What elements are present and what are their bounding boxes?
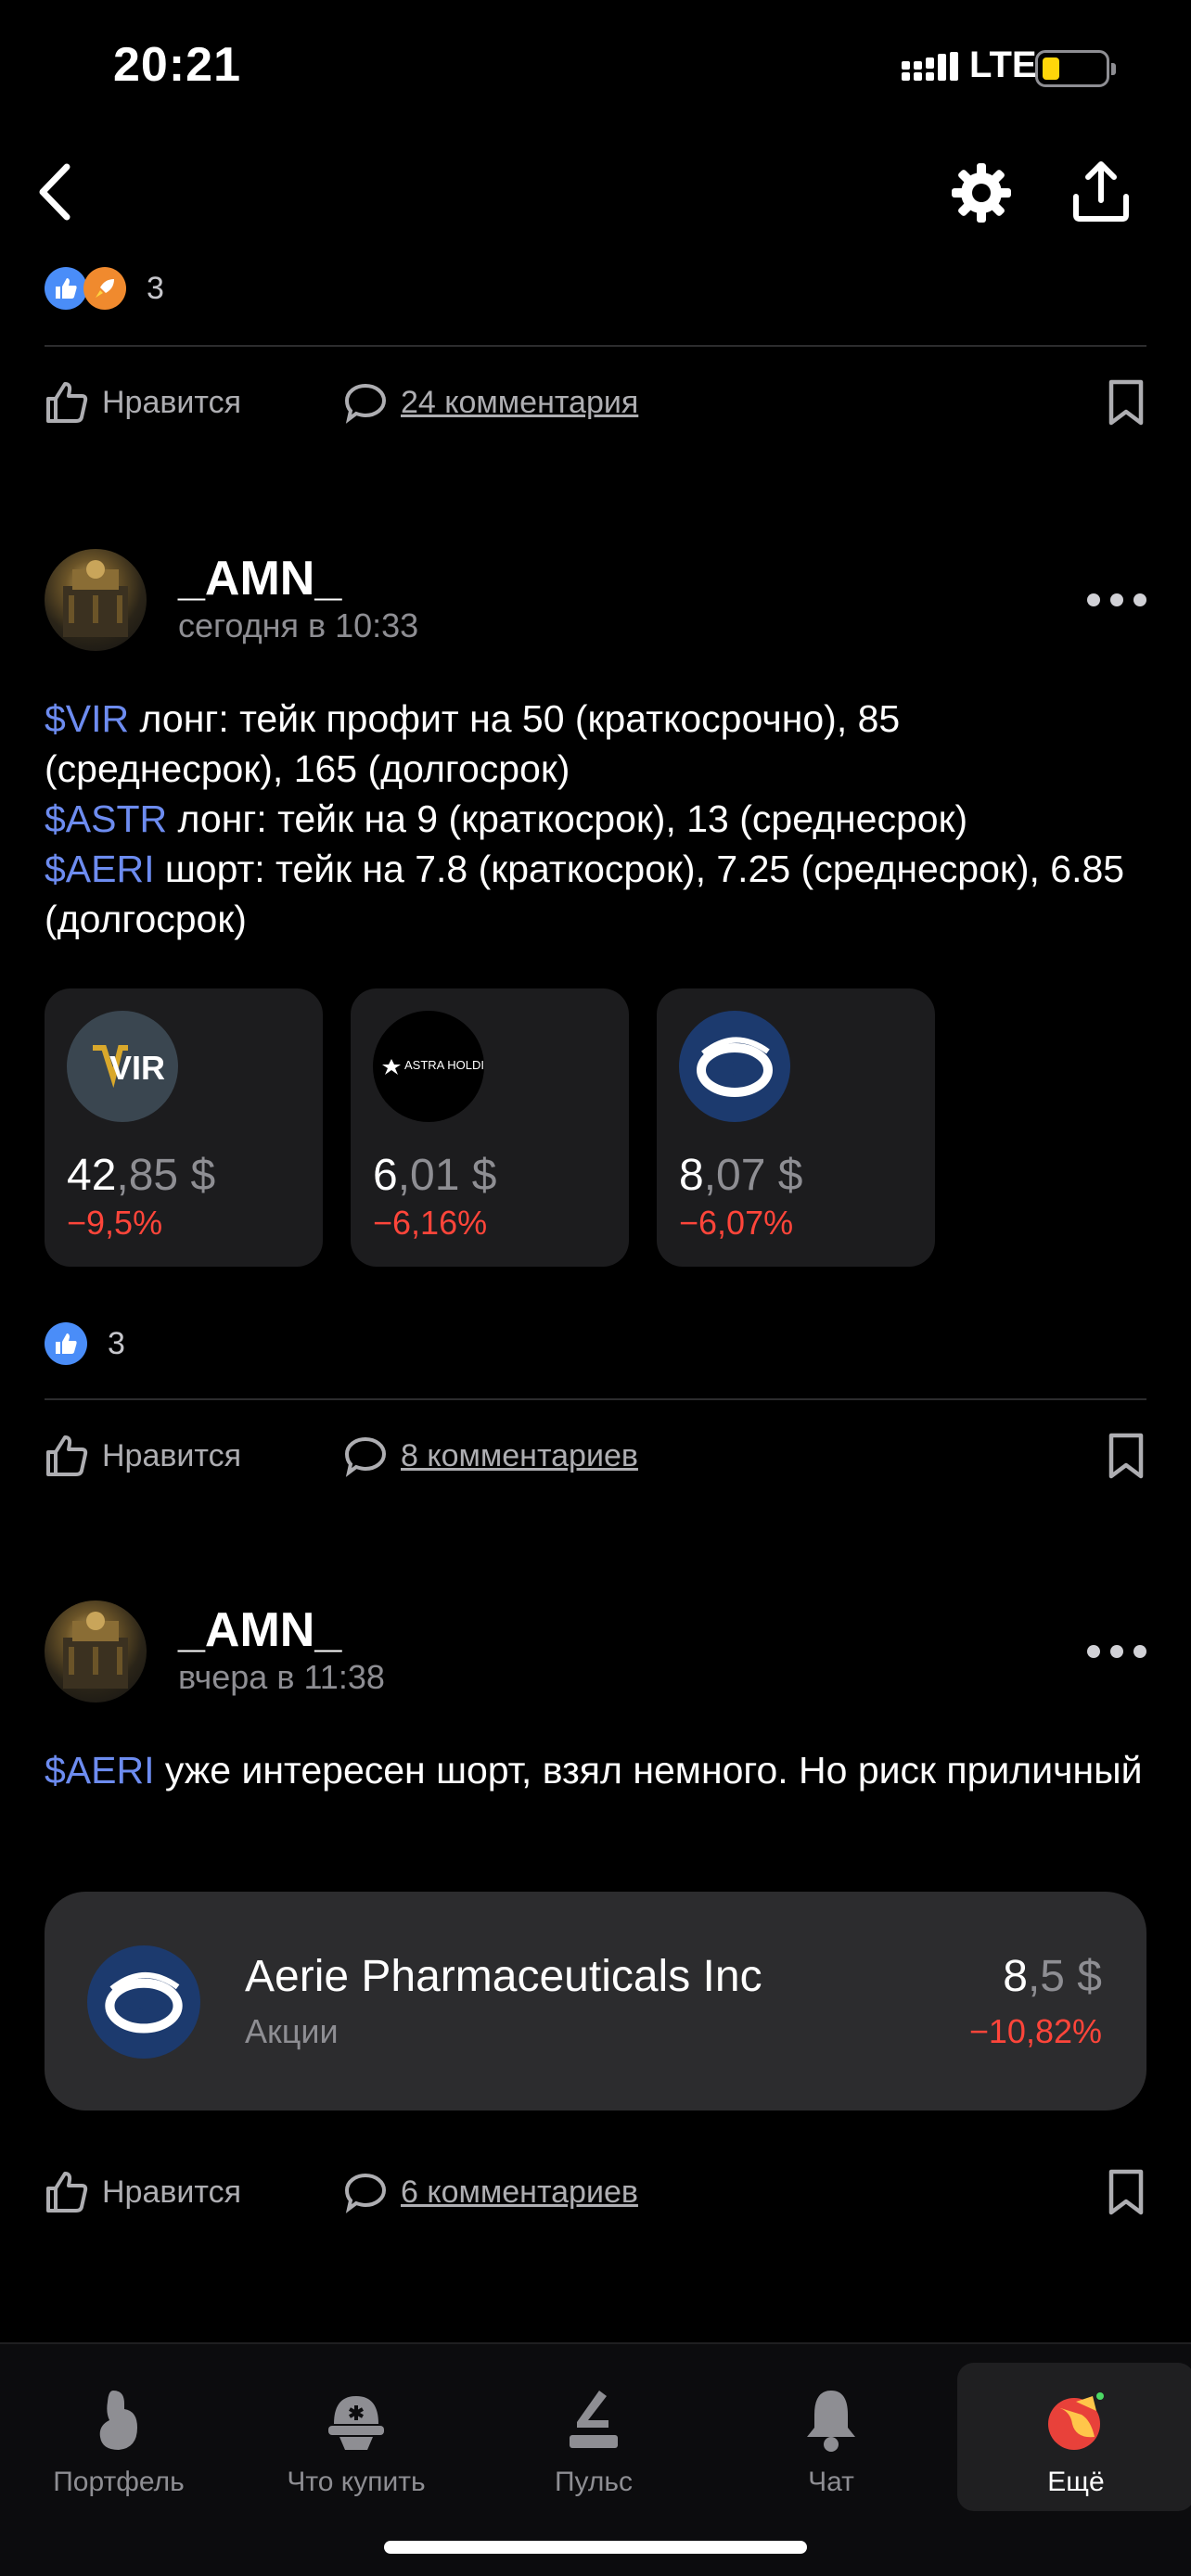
post-header: _AMN_ сегодня в 10:33 — [45, 549, 1146, 651]
tab-label: Пульс — [554, 2467, 634, 2497]
instrument-name: Aerie Pharmaceuticals Inc — [245, 1952, 762, 2001]
post-line: уже интересен шорт, взял немного. Но рис… — [154, 1749, 1143, 1792]
post-actions: Нравится 6 комментариев — [45, 2164, 1146, 2220]
reactions-summary[interactable]: 3 — [45, 267, 164, 310]
avatar[interactable] — [45, 1600, 147, 1702]
author-name[interactable]: _AMN_ — [178, 1602, 341, 1658]
aerie-logo — [679, 1011, 790, 1122]
like-label: Нравится — [102, 2174, 242, 2210]
comment-icon — [344, 2173, 387, 2213]
card-change: −6,16% — [373, 1204, 488, 1242]
like-button[interactable]: Нравится — [45, 1428, 241, 1484]
ticker-link[interactable]: $AERI — [45, 848, 155, 890]
instrument-change: −10,82% — [968, 2012, 1102, 2050]
bookmark-icon[interactable] — [1106, 2168, 1146, 2216]
like-button[interactable]: Нравится — [45, 375, 241, 430]
card-price: 42,85 $ — [67, 1151, 216, 1200]
avatar[interactable] — [45, 549, 147, 651]
tab-more[interactable]: Ещё — [957, 2363, 1191, 2511]
chevron-left-icon[interactable] — [30, 159, 85, 224]
tab-label: Портфель — [53, 2467, 185, 2497]
vir-logo: VIR — [67, 1011, 178, 1122]
more-options-icon[interactable] — [1087, 1638, 1146, 1665]
vir-logo-text: VIR — [109, 1049, 165, 1087]
card-change: −9,5% — [67, 1204, 163, 1242]
more-options-icon[interactable] — [1087, 586, 1146, 614]
post-actions: Нравится 8 комментариев — [45, 1428, 1146, 1484]
home-indicator — [384, 2541, 807, 2554]
post-actions: Нравится 24 комментария — [45, 375, 1146, 430]
bookmark-icon[interactable] — [1106, 378, 1146, 427]
ticker-card[interactable]: 8,07 $ −6,07% — [657, 988, 935, 1267]
battery-icon — [1035, 50, 1116, 87]
network-label: LTE — [969, 45, 1037, 85]
tab-label: Ещё — [1047, 2467, 1105, 2497]
signal-icon — [902, 52, 958, 81]
comments-link[interactable]: 24 комментария — [401, 385, 638, 421]
thumbs-up-icon — [46, 2172, 88, 2213]
comments-link[interactable]: 6 комментариев — [401, 2174, 638, 2211]
post-text: $AERI уже интересен шорт, взял немного. … — [45, 1745, 1146, 1795]
divider — [45, 1398, 1146, 1400]
comments-button[interactable]: 24 комментария — [343, 375, 638, 430]
like-label: Нравится — [102, 1437, 242, 1473]
comment-icon — [344, 383, 387, 424]
post-line: лонг: тейк на 9 (краткосрок), 13 (средне… — [167, 797, 968, 840]
comments-link[interactable]: 8 комментариев — [401, 1438, 638, 1474]
card-price: 6,01 $ — [373, 1151, 497, 1200]
card-change: −6,07% — [679, 1204, 794, 1242]
author-name[interactable]: _AMN_ — [178, 551, 341, 606]
chat-bell-icon — [807, 2391, 855, 2452]
divider — [45, 345, 1146, 347]
card-price: 8,07 $ — [679, 1151, 803, 1200]
gear-icon[interactable] — [950, 161, 1013, 224]
like-reaction-icon — [45, 267, 87, 310]
post-text: $VIR лонг: тейк профит на 50 (краткосроч… — [45, 694, 1146, 944]
reactions-count: 3 — [147, 270, 164, 306]
astra-logo: ASTRA HOLDINGS — [373, 1011, 484, 1122]
like-reaction-icon — [45, 1322, 87, 1365]
ticker-card[interactable]: VIR 42,85 $ −9,5% — [45, 988, 323, 1267]
ticker-link[interactable]: $VIR — [45, 697, 129, 740]
like-button[interactable]: Нравится — [45, 2164, 241, 2220]
share-icon[interactable] — [1069, 159, 1133, 224]
what-to-buy-icon — [328, 2396, 384, 2450]
post-header: _AMN_ вчера в 11:38 — [45, 1600, 1146, 1702]
thumbs-up-icon — [46, 1435, 88, 1476]
instrument-type: Акции — [245, 2012, 339, 2050]
ticker-card[interactable]: ASTRA HOLDINGS 6,01 $ −6,16% — [351, 988, 629, 1267]
status-bar: 20:21 LTE — [0, 0, 1191, 139]
comments-button[interactable]: 6 комментариев — [343, 2164, 638, 2220]
post-line: шорт: тейк на 7.8 (краткосрок), 7.25 (ср… — [45, 848, 1125, 940]
ticker-link[interactable]: $ASTR — [45, 797, 167, 840]
astra-logo-text: ASTRA HOLDINGS — [404, 1058, 484, 1072]
post-time: сегодня в 10:33 — [178, 606, 419, 644]
pulse-icon — [570, 2391, 618, 2448]
portfolio-icon — [99, 2391, 137, 2450]
instrument-card[interactable]: Aerie Pharmaceuticals Inc Акции 8,5 $ −1… — [45, 1892, 1146, 2111]
tab-pulse[interactable]: Пульс — [475, 2363, 712, 2511]
tab-what-to-buy[interactable]: Что купить — [237, 2363, 475, 2511]
comments-button[interactable]: 8 комментариев — [343, 1428, 638, 1484]
ticker-link[interactable]: $AERI — [45, 1749, 155, 1792]
bookmark-icon[interactable] — [1106, 1432, 1146, 1480]
instrument-price: 8,5 $ — [1003, 1952, 1102, 2001]
tab-label: Что купить — [287, 2467, 426, 2497]
reactions-summary[interactable]: 3 — [45, 1322, 125, 1365]
aerie-logo — [87, 1945, 200, 2059]
tab-chat[interactable]: Чат — [712, 2363, 950, 2511]
status-time: 20:21 — [113, 38, 241, 92]
comment-icon — [344, 1436, 387, 1477]
post-line: лонг: тейк профит на 50 (краткосрочно), … — [45, 697, 901, 790]
tab-label: Чат — [808, 2467, 854, 2497]
more-icon — [1048, 2392, 1104, 2450]
like-label: Нравится — [102, 384, 242, 420]
reactions-count: 3 — [108, 1325, 125, 1361]
thumbs-up-icon — [46, 382, 88, 423]
post-time: вчера в 11:38 — [178, 1658, 385, 1696]
tab-portfolio[interactable]: Портфель — [0, 2363, 237, 2511]
rocket-reaction-icon — [83, 267, 126, 310]
